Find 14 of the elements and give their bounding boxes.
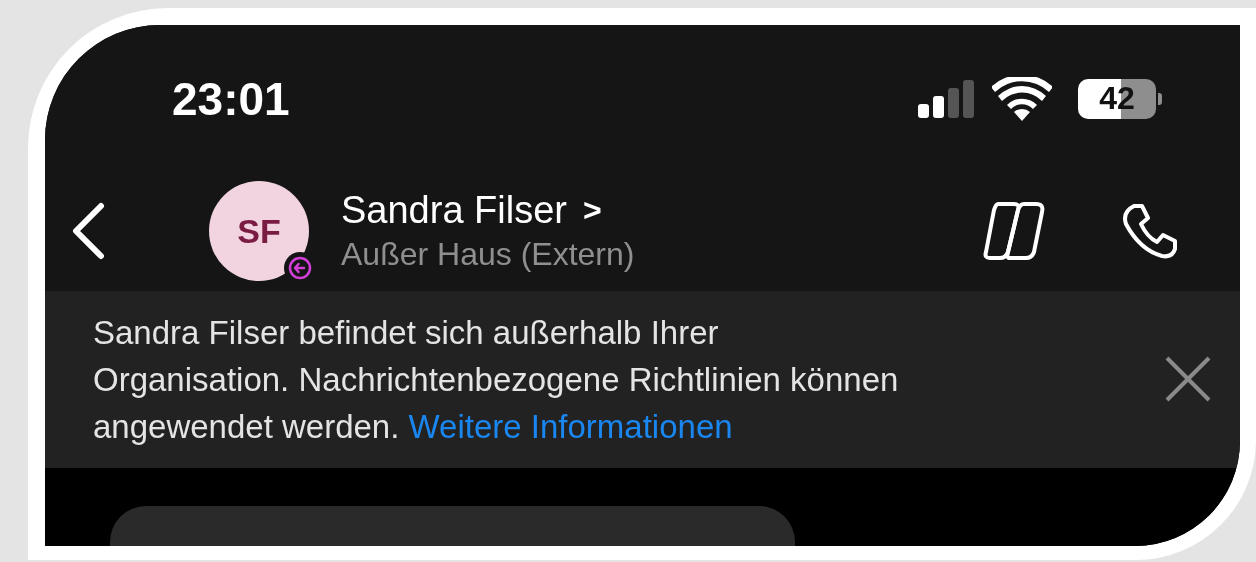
- battery-level: 42: [1078, 78, 1156, 119]
- status-time: 23:01: [172, 71, 290, 126]
- phone-icon[interactable]: [1120, 202, 1178, 261]
- chevron[interactable]: >: [583, 192, 602, 230]
- external-notice: Sandra Filser befindet sich außerhalb Ihrer Organisation. Nachrichtenbezogene Richtlinien können angewendet werden. Weitere Informationen: [93, 312, 899, 447]
- close-icon[interactable]: [1164, 355, 1212, 404]
- signal-icon: [918, 79, 976, 118]
- contact-name[interactable]: Sandra Filser: [341, 189, 567, 233]
- wifi-icon: [992, 76, 1052, 121]
- contact-status: Außer Haus (Extern): [341, 236, 636, 274]
- battery-cap-icon: [1158, 92, 1162, 105]
- back-icon[interactable]: [70, 202, 106, 261]
- more-info-link[interactable]: Weitere Informationen: [408, 407, 733, 445]
- avatar[interactable]: SF: [209, 181, 309, 282]
